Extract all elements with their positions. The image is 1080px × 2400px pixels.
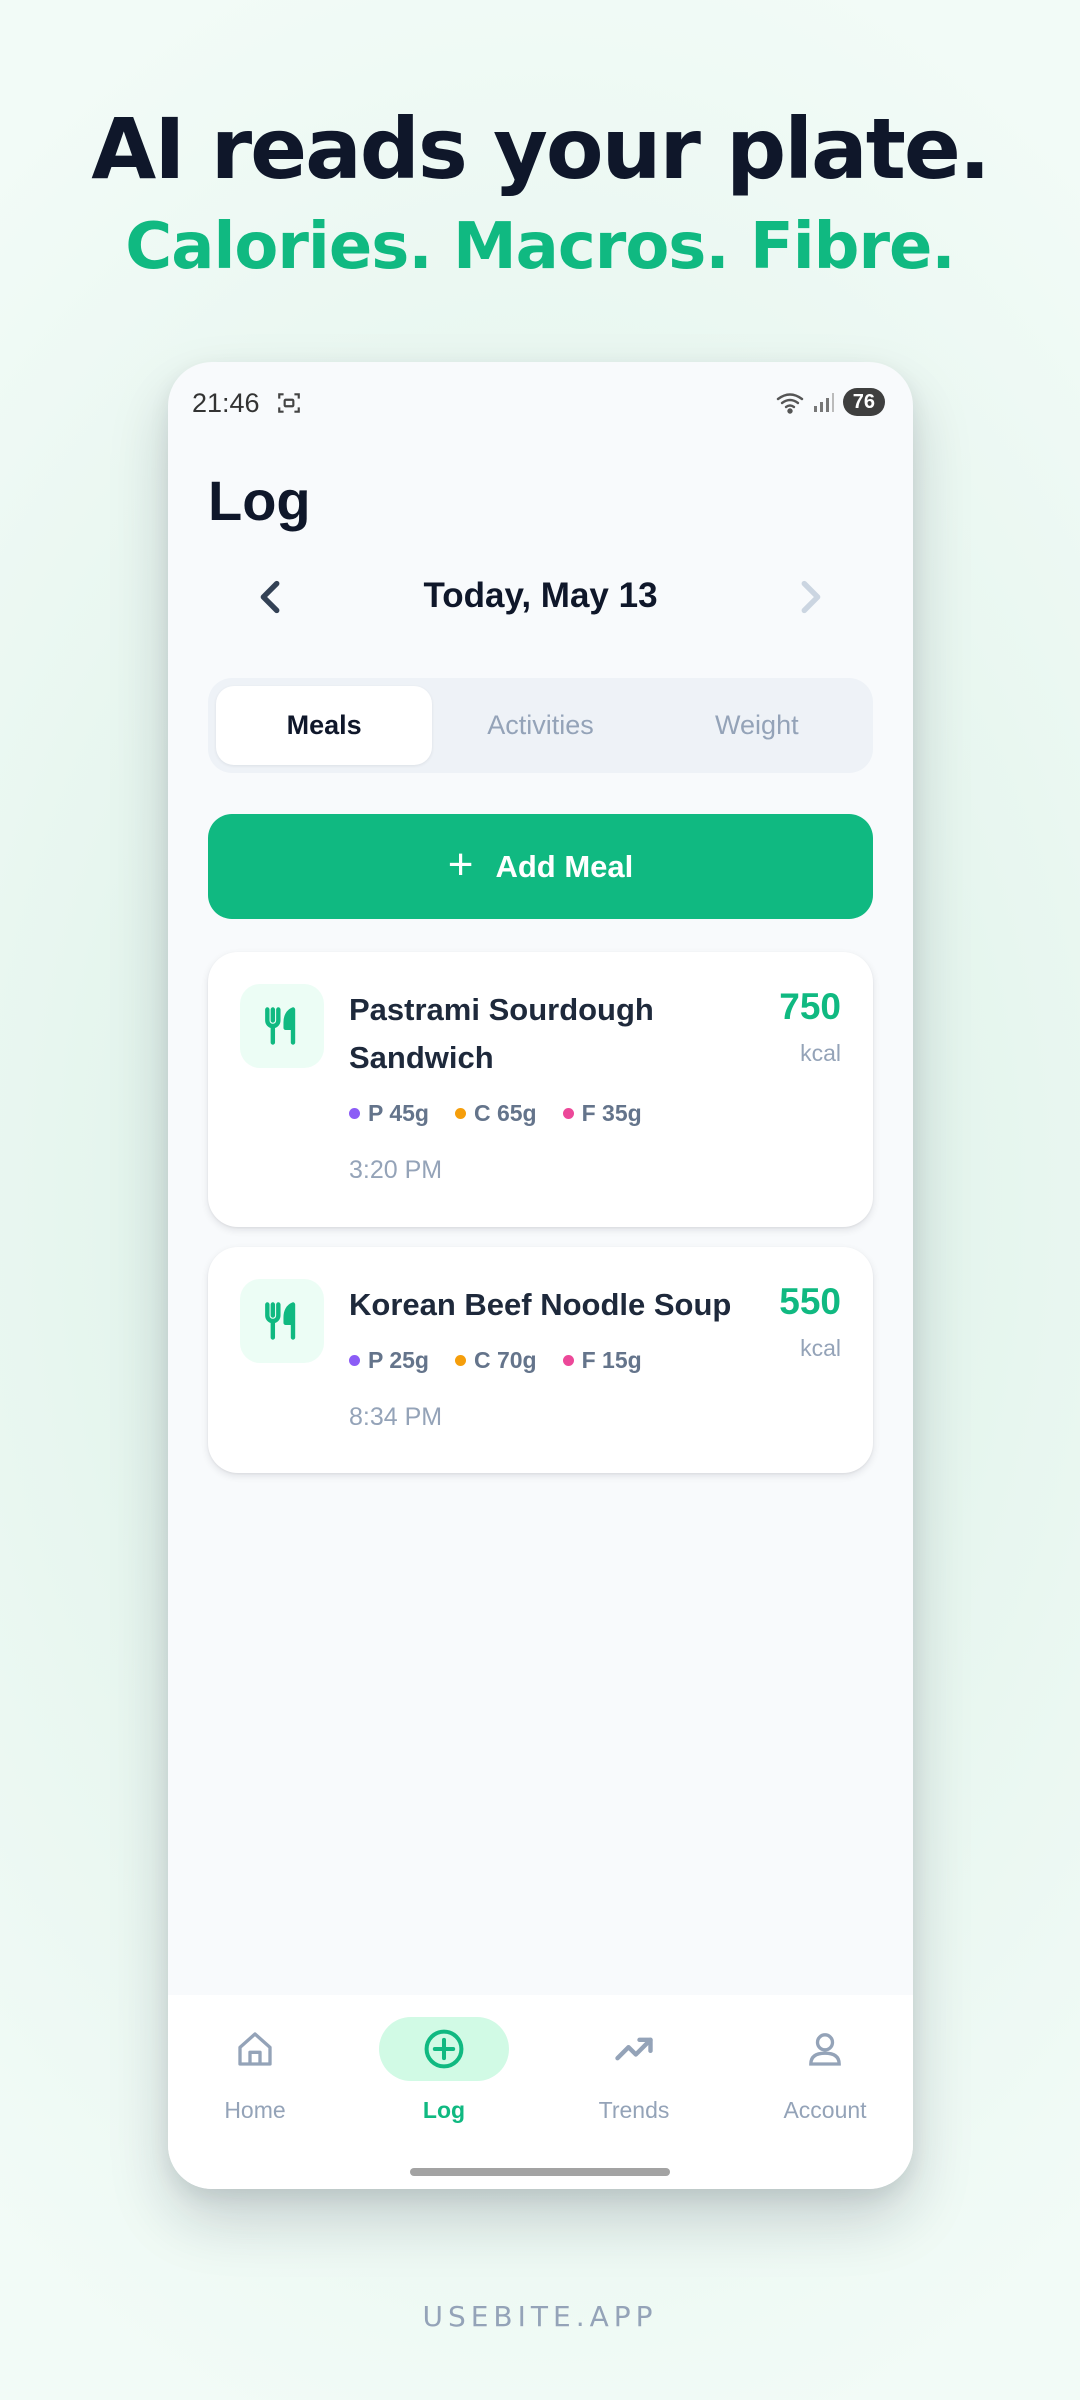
macro-fat: F 35g [562, 1100, 642, 1127]
promo-subline: Calories. Macros. Fibre. [125, 210, 955, 284]
macro-fat-text: F 15g [581, 1347, 642, 1373]
meal-time: 3:20 PM [349, 1156, 443, 1184]
bottom-navigation: Home Log Trends Account [168, 1995, 913, 2189]
screenshot-icon [278, 393, 300, 413]
page-title: Log [208, 469, 311, 532]
nav-trends[interactable]: Trends [564, 2017, 704, 2127]
carbs-dot-icon [454, 1108, 466, 1119]
date-navigator: Today, May 13 [208, 562, 873, 632]
macro-protein-text: P 45g [368, 1100, 429, 1126]
nav-log[interactable]: Log [374, 2017, 514, 2127]
macro-fat-text: F 35g [581, 1100, 642, 1126]
signal-icon [813, 393, 834, 412]
segmented-tabs: Meals Activities Weight [208, 678, 873, 773]
utensils-icon [240, 984, 324, 1068]
nav-home-label: Home [224, 2097, 286, 2123]
tab-weight[interactable]: Weight [649, 686, 865, 765]
meal-kcal-unit: kcal [800, 1335, 841, 1361]
macro-carbs: C 65g [454, 1100, 537, 1127]
protein-dot-icon [349, 1355, 360, 1366]
fat-dot-icon [562, 1108, 574, 1119]
home-indicator[interactable] [410, 2168, 670, 2176]
fat-dot-icon [562, 1355, 574, 1366]
nav-log-label: Log [422, 2097, 466, 2123]
macro-list: P 45g C 65g F 35g [349, 1100, 642, 1127]
meal-card-korean-beef[interactable]: Korean Beef Noodle Soup 550 kcal P 25g C… [208, 1247, 873, 1473]
wifi-icon [776, 393, 803, 414]
carbs-dot-icon [454, 1355, 466, 1366]
home-icon [190, 2017, 320, 2081]
meal-kcal: 550 [779, 1281, 841, 1322]
protein-dot-icon [349, 1108, 360, 1119]
user-icon [760, 2017, 890, 2081]
nav-account-label: Account [783, 2097, 867, 2123]
tab-meals[interactable]: Meals [216, 686, 433, 765]
macro-carbs-text: C 70g [473, 1347, 537, 1373]
meal-name: Pastrami Sourdough Sandwich [349, 992, 654, 1075]
meal-kcal: 750 [779, 986, 841, 1027]
brand-url: USEBITE.APP [422, 2300, 658, 2333]
add-meal-label: Add Meal [495, 848, 634, 884]
meal-name: Korean Beef Noodle Soup [349, 1287, 732, 1322]
macro-protein: P 25g [349, 1347, 429, 1374]
promo-headline: AI reads your plate. [91, 100, 991, 198]
tab-activities[interactable]: Activities [432, 686, 648, 765]
meal-card-pastrami[interactable]: Pastrami Sourdough Sandwich 750 kcal P 4… [208, 952, 873, 1227]
macro-carbs-text: C 65g [473, 1100, 537, 1126]
macro-protein: P 45g [349, 1100, 429, 1127]
macro-list: P 25g C 70g F 15g [349, 1347, 642, 1374]
nav-trends-label: Trends [598, 2097, 670, 2123]
battery-indicator: 76 [842, 388, 885, 416]
status-icons: 76 [775, 388, 885, 416]
phone-screen: 21:46 76 Log Today, May 13 Meals Activit… [168, 362, 913, 2189]
chevron-right-icon[interactable] [787, 574, 833, 620]
macro-carbs: C 70g [454, 1347, 537, 1374]
meal-time: 8:34 PM [349, 1403, 443, 1431]
status-bar: 21:46 76 [168, 362, 913, 442]
status-time: 21:46 [192, 388, 260, 418]
nav-account[interactable]: Account [755, 2017, 895, 2127]
macro-protein-text: P 25g [368, 1347, 429, 1373]
utensils-icon [240, 1279, 324, 1363]
plus-circle-icon [379, 2017, 509, 2081]
meal-kcal-unit: kcal [800, 1040, 841, 1066]
trending-up-icon [569, 2017, 699, 2081]
nav-home[interactable]: Home [185, 2017, 325, 2127]
macro-fat: F 15g [562, 1347, 642, 1374]
add-meal-button[interactable]: + Add Meal [208, 814, 873, 919]
plus-icon: + [447, 839, 474, 889]
date-label: Today, May 13 [423, 576, 658, 615]
